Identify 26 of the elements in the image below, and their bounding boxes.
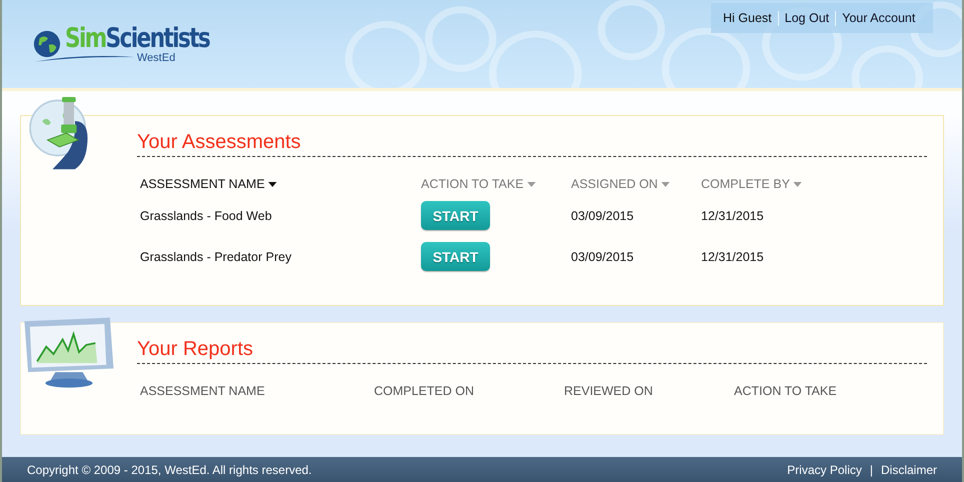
column-header: REVIEWED ON [563,384,654,398]
column-header: ACTION TO TAKE [733,384,838,398]
table-cell-text: 03/09/2015 [570,208,635,224]
globe-icon [33,30,61,58]
column-header[interactable]: ASSIGNED ON [568,173,698,195]
separator-text: | [870,463,873,477]
table-cell-text: 12/31/2015 [700,208,765,224]
copyright-text: Copyright © 2009 - 2015, WestEd. All rights reserved. [27,463,312,477]
logo-subtitle: WestEd [137,52,176,64]
column-header[interactable]: COMPLETE BY [698,173,918,195]
section-title: Your Assessments [137,130,927,157]
column-header: ASSESSMENT NAME [139,384,266,398]
footer-link[interactable]: Privacy Policy [787,463,862,477]
table-cell-text: Grasslands - Food Web [139,208,273,224]
table-cell-text: Grasslands - Predator Prey [139,248,292,266]
table-cell-text: 12/31/2015 [700,248,765,266]
table-cell-text: 03/09/2015 [570,248,635,266]
nav-link[interactable]: Log Out [778,10,836,26]
section-title: Your Reports [137,337,927,364]
column-header[interactable]: ASSESSMENT NAME [137,173,418,195]
logo-wordmark: SimScientists [65,24,210,54]
column-header: COMPLETED ON [373,384,476,398]
greeting-text: Hi Guest [722,10,773,26]
column-header[interactable]: ACTION TO TAKE [418,173,568,195]
footer-link[interactable]: Disclaimer [880,463,937,477]
nav-link[interactable]: Your Account [835,10,922,26]
